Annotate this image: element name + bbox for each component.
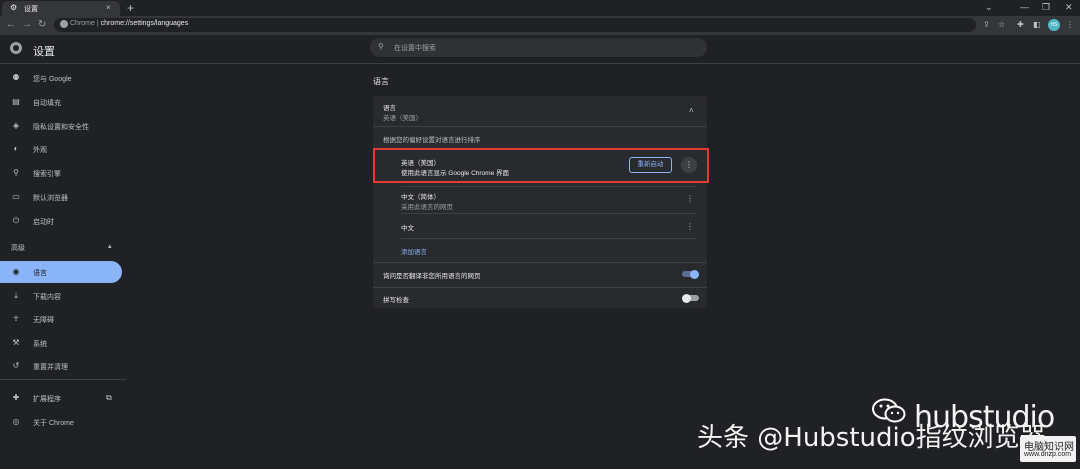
minimize-icon[interactable]: — <box>1020 1 1029 13</box>
side-panel-icon[interactable]: ◧ <box>1033 20 1041 30</box>
translate-offer-label: 询问是否翻译非您所用语言的网页 <box>383 273 481 280</box>
page-title: 设置 <box>33 46 55 58</box>
sidebar-item-extensions[interactable]: ✚ 扩展程序 <box>0 387 122 409</box>
open-in-new-icon: ⧉ <box>106 393 112 402</box>
language-subtitle: 英语（美国） <box>383 115 422 122</box>
toggle-knob <box>682 293 691 303</box>
forward-icon[interactable]: → <box>22 18 32 32</box>
divider <box>373 126 707 127</box>
tab-close-icon[interactable]: × <box>106 3 111 12</box>
extensions-icon[interactable]: ✚ <box>1017 20 1024 30</box>
settings-search-input[interactable]: ⚲ 在设置中搜索 <box>370 38 707 57</box>
chrome-icon: ◎ <box>12 417 20 426</box>
sidebar-item-search-engine[interactable]: ⚲ 搜索引擎 <box>0 162 122 184</box>
more-options-icon[interactable]: ⋮ <box>686 194 694 203</box>
clipboard-icon: ▤ <box>12 97 20 106</box>
browser-icon: ▭ <box>12 192 20 201</box>
sidebar-item-autofill[interactable]: ▤ 自动填充 <box>0 91 122 113</box>
avatar[interactable]: HS <box>1048 19 1060 31</box>
person-icon: ⚉ <box>12 73 20 82</box>
title-bar <box>0 0 1080 16</box>
share-icon[interactable]: ⇪ <box>983 20 990 30</box>
chevron-up-icon[interactable]: ˄ <box>689 106 694 115</box>
spellcheck-label: 拼写检查 <box>383 297 409 304</box>
divider <box>401 213 697 214</box>
sidebar-item-reset[interactable]: ↺ 重置并清理 <box>0 355 122 377</box>
back-icon[interactable]: ← <box>6 18 16 32</box>
shield-icon: ◈ <box>12 121 20 130</box>
divider <box>373 262 707 263</box>
add-languages-link[interactable]: 添加语言 <box>401 246 427 256</box>
globe-icon: ◉ <box>12 267 20 276</box>
power-icon: ⏻ <box>12 216 20 225</box>
sidebar-divider <box>0 379 126 380</box>
sidebar-item-privacy[interactable]: ◈ 隐私设置和安全性 <box>0 115 122 137</box>
chrome-icon <box>60 20 68 28</box>
browser-tab[interactable]: ⚙ 设置 × <box>2 1 120 16</box>
sidebar-item-languages[interactable]: ◉ 语言 <box>0 261 122 283</box>
sidebar-item-on-startup[interactable]: ⏻ 启动时 <box>0 210 122 232</box>
search-icon: ⚲ <box>13 168 19 177</box>
search-placeholder: 在设置中搜索 <box>394 45 436 52</box>
language-desc: 采用此语言的网页 <box>401 204 453 211</box>
language-name: 中文 <box>401 225 414 232</box>
language-name: 中文（简体） <box>401 194 440 201</box>
wrench-icon: ⚒ <box>12 338 20 347</box>
sidebar-item-accessibility[interactable]: ☥ 无障碍 <box>0 308 122 330</box>
menu-icon[interactable]: ⋮ <box>1066 20 1074 30</box>
advanced-section-toggle[interactable]: 高级 <box>11 243 25 253</box>
address-bar[interactable]: Chrome | chrome://settings/languages <box>54 18 976 32</box>
translate-toggle[interactable] <box>682 269 700 279</box>
chevron-up-icon[interactable]: ▴ <box>108 242 112 250</box>
puzzle-icon: ✚ <box>12 393 20 402</box>
order-note: 根据您的偏好设置对语言进行排序 <box>383 137 481 144</box>
gear-icon: ⚙ <box>10 3 18 12</box>
sidebar-item-system[interactable]: ⚒ 系统 <box>0 332 122 354</box>
divider <box>401 238 697 239</box>
close-window-icon[interactable]: ✕ <box>1065 1 1073 13</box>
search-icon: ⚲ <box>378 42 384 51</box>
sidebar-item-default-browser[interactable]: ▭ 默认浏览器 <box>0 186 122 208</box>
accessibility-icon: ☥ <box>13 314 19 323</box>
toggle-knob <box>690 269 699 279</box>
bookmark-star-icon[interactable]: ☆ <box>998 20 1005 30</box>
palette-icon: ◐ <box>13 144 19 153</box>
divider <box>401 186 697 187</box>
more-options-icon[interactable]: ⋮ <box>686 222 694 231</box>
sidebar-item-about-chrome[interactable]: ◎ 关于 Chrome <box>0 411 122 433</box>
reload-icon[interactable]: ↻ <box>38 18 46 32</box>
sidebar-item-you-and-google[interactable]: ⚉ 您与 Google <box>0 67 122 89</box>
chrome-logo-icon <box>10 42 22 54</box>
sidebar-item-downloads[interactable]: ⤓ 下载内容 <box>0 285 122 307</box>
section-title: 语言 <box>373 77 389 86</box>
divider <box>373 287 707 288</box>
history-icon: ↺ <box>12 361 20 370</box>
download-icon: ⤓ <box>14 291 18 300</box>
tab-search-icon[interactable]: ⌄ <box>985 1 993 13</box>
site-watermark: 电脑知识网 www.dnzp.com <box>1020 436 1076 462</box>
restore-icon[interactable]: ❐ <box>1042 1 1050 13</box>
language-header[interactable]: 语言 <box>383 102 396 112</box>
watermark-caption: 头条 @Hubstudio指纹浏览器 <box>697 423 1046 453</box>
spellcheck-toggle[interactable] <box>682 293 700 303</box>
sidebar-item-appearance[interactable]: ◐ 外观 <box>0 138 122 160</box>
highlight-box <box>373 148 709 183</box>
new-tab-button[interactable]: + <box>127 1 134 15</box>
url-text: Chrome | chrome://settings/languages <box>70 20 189 27</box>
tab-title: 设置 <box>24 6 38 13</box>
